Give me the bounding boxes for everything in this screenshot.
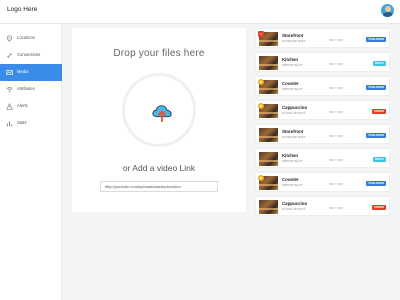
media-title: Kitchen xyxy=(282,57,299,62)
media-subtitle: CLOSE UP SHOT xyxy=(282,111,306,115)
sidebar-item-label: Media xyxy=(17,69,29,74)
media-dimensions: 800 X 600 xyxy=(329,158,343,162)
drop-title: Drop your files here xyxy=(113,48,205,59)
top-bar: Logo Here xyxy=(0,0,400,24)
wifi-icon xyxy=(6,87,13,92)
star-icon[interactable]: ★ xyxy=(258,79,264,85)
media-title: Counter xyxy=(282,81,299,86)
sidebar-item-alerts[interactable]: Alerts xyxy=(0,98,62,115)
cloud-upload-icon xyxy=(152,105,172,123)
media-dimensions: 800 X 600 xyxy=(329,182,343,186)
media-dimensions: 800 X 600 xyxy=(329,86,343,90)
status-badge: PUBLISHED xyxy=(366,181,386,186)
status-badge: PUBLISHED xyxy=(366,133,386,138)
media-row[interactable]: Kitchen INDOOR SHOT 800 X 600 DRAFT xyxy=(255,52,390,72)
media-row[interactable]: ★ Cappuccino CLOSE UP SHOT 800 X 600 ERR… xyxy=(255,100,390,120)
sidebar-item-media[interactable]: Media xyxy=(0,64,62,81)
sidebar-item-stats[interactable]: Stats xyxy=(0,115,62,132)
media-dimensions: 800 X 600 xyxy=(329,134,343,138)
sidebar-item-label: Locations xyxy=(17,35,35,40)
status-badge: PUBLISHED xyxy=(366,37,386,42)
sidebar-item-connections[interactable]: Connections xyxy=(0,47,62,64)
sidebar-item-label: Attributes xyxy=(17,86,35,91)
media-row[interactable]: ★ Counter INDOOR SHOT 800 X 600 PUBLISHE… xyxy=(255,172,390,192)
media-subtitle: INDOOR SHOT xyxy=(282,159,303,163)
media-row[interactable]: Kitchen INDOOR SHOT 800 X 600 DRAFT xyxy=(255,148,390,168)
media-dimensions: 800 X 600 xyxy=(329,38,343,42)
media-thumbnail: × xyxy=(258,31,278,46)
media-dimensions: 800 X 600 xyxy=(329,110,343,114)
stats-icon xyxy=(6,121,13,127)
media-subtitle: INDOOR SHOT xyxy=(282,63,303,67)
media-subtitle: OUTDOOR SHOT xyxy=(282,39,306,43)
media-subtitle: INDOOR SHOT xyxy=(282,87,303,91)
media-thumbnail xyxy=(259,56,278,70)
media-row[interactable]: Storefront OUTDOOR SHOT 800 X 600 PUBLIS… xyxy=(255,124,390,144)
sidebar: Locations Connections Media Attributes A… xyxy=(0,24,62,300)
media-title: Counter xyxy=(282,177,299,182)
media-subtitle: CLOSE UP SHOT xyxy=(282,207,306,211)
upload-dropzone[interactable] xyxy=(122,73,196,147)
alert-icon xyxy=(6,103,13,110)
sidebar-item-label: Stats xyxy=(17,120,27,125)
media-thumbnail xyxy=(259,128,278,142)
media-thumbnail: ★ xyxy=(258,103,278,118)
media-row[interactable]: Cappuccino CLOSE UP SHOT 800 X 600 ERROR xyxy=(255,196,390,216)
add-video-link-label: or Add a video Link xyxy=(122,163,196,173)
star-icon[interactable]: ★ xyxy=(258,103,264,109)
status-badge: ERROR xyxy=(372,109,386,114)
sidebar-item-label: Connections xyxy=(17,52,41,57)
star-icon[interactable]: ★ xyxy=(258,175,264,181)
sidebar-item-locations[interactable]: Locations xyxy=(0,30,62,47)
media-subtitle: INDOOR SHOT xyxy=(282,183,303,187)
media-title: Cappuccino xyxy=(282,105,308,110)
media-title: Kitchen xyxy=(282,153,299,158)
media-dimensions: 800 X 600 xyxy=(329,62,343,66)
sidebar-item-attributes[interactable]: Attributes xyxy=(0,81,62,98)
media-thumbnail: ★ xyxy=(258,175,278,190)
media-dimensions: 800 X 600 xyxy=(329,206,343,210)
sidebar-item-label: Alerts xyxy=(17,103,28,108)
media-title: Storefront xyxy=(282,129,304,134)
close-icon[interactable]: × xyxy=(258,31,264,37)
media-icon xyxy=(6,70,13,75)
user-avatar[interactable] xyxy=(381,4,394,17)
media-title: Cappuccino xyxy=(282,201,308,206)
status-badge: PUBLISHED xyxy=(366,85,386,90)
media-row[interactable]: × Storefront OUTDOOR SHOT 800 X 600 PUBL… xyxy=(255,28,390,48)
media-thumbnail xyxy=(259,152,278,166)
logo[interactable]: Logo Here xyxy=(7,6,37,13)
location-pin-icon xyxy=(6,35,13,42)
media-thumbnail: ★ xyxy=(258,79,278,94)
media-title: Storefront xyxy=(282,33,304,38)
upload-panel[interactable]: Drop your files here or Add a video Link xyxy=(72,28,246,212)
media-subtitle: OUTDOOR SHOT xyxy=(282,135,306,139)
media-thumbnail xyxy=(259,200,278,214)
status-badge: DRAFT xyxy=(372,61,386,66)
media-row[interactable]: ★ Counter INDOOR SHOT 800 X 600 PUBLISHE… xyxy=(255,76,390,96)
avatar-body xyxy=(382,12,393,17)
status-badge: ERROR xyxy=(372,205,386,210)
link-icon xyxy=(7,53,12,58)
status-badge: DRAFT xyxy=(372,157,386,162)
video-link-input[interactable] xyxy=(100,181,218,192)
